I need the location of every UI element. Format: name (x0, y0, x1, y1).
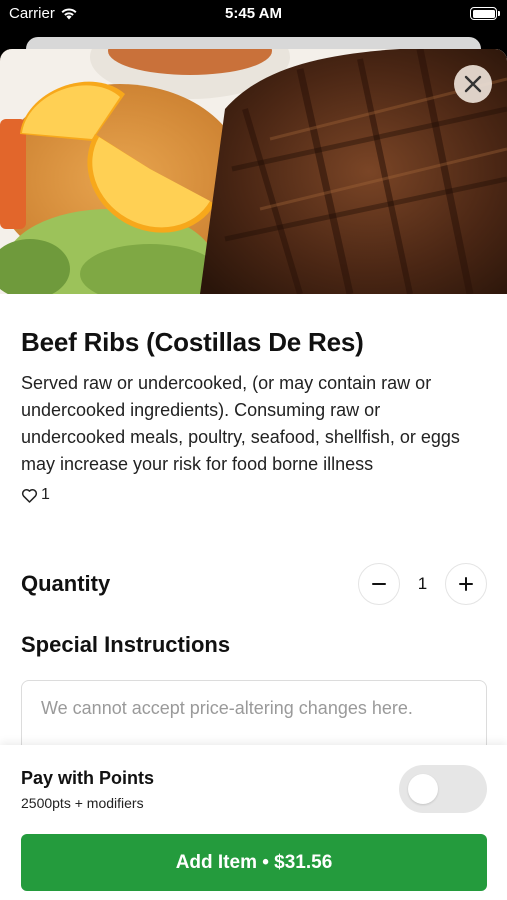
plus-icon (459, 577, 473, 591)
quantity-stepper: 1 (358, 563, 487, 605)
item-photo (0, 49, 507, 294)
like-button[interactable]: 1 (21, 486, 486, 504)
status-time: 5:45 AM (225, 5, 282, 22)
item-detail-sheet: Beef Ribs (Costillas De Res) Served raw … (0, 49, 507, 900)
pay-with-points-toggle[interactable] (399, 765, 487, 813)
minus-icon (372, 583, 386, 585)
status-bar: Carrier 5:45 AM (0, 0, 507, 30)
add-item-button[interactable]: Add Item • $31.56 (21, 834, 487, 891)
footer: Pay with Points 2500pts + modifiers Add … (0, 745, 507, 900)
quantity-label: Quantity (21, 571, 111, 596)
screen: Carrier 5:45 AM Beef Ribs (Costillas De … (0, 0, 507, 900)
like-count: 1 (41, 486, 50, 503)
pay-with-points-label: Pay with Points (21, 768, 155, 788)
item-info: Beef Ribs (Costillas De Res) Served raw … (0, 327, 507, 504)
battery-icon (470, 7, 500, 20)
points-cost: 2500pts + modifiers (21, 795, 144, 811)
heart-icon (21, 488, 38, 503)
quantity-row: Quantity 1 (21, 561, 487, 607)
close-icon (464, 75, 482, 93)
decrease-quantity-button[interactable] (358, 563, 400, 605)
toggle-knob (408, 774, 438, 804)
special-instructions-label: Special Instructions (21, 632, 231, 657)
increase-quantity-button[interactable] (445, 563, 487, 605)
quantity-value: 1 (417, 574, 428, 593)
item-title: Beef Ribs (Costillas De Res) (21, 327, 364, 357)
item-description: Served raw or undercooked, (or may conta… (21, 373, 460, 474)
close-button[interactable] (454, 65, 492, 103)
